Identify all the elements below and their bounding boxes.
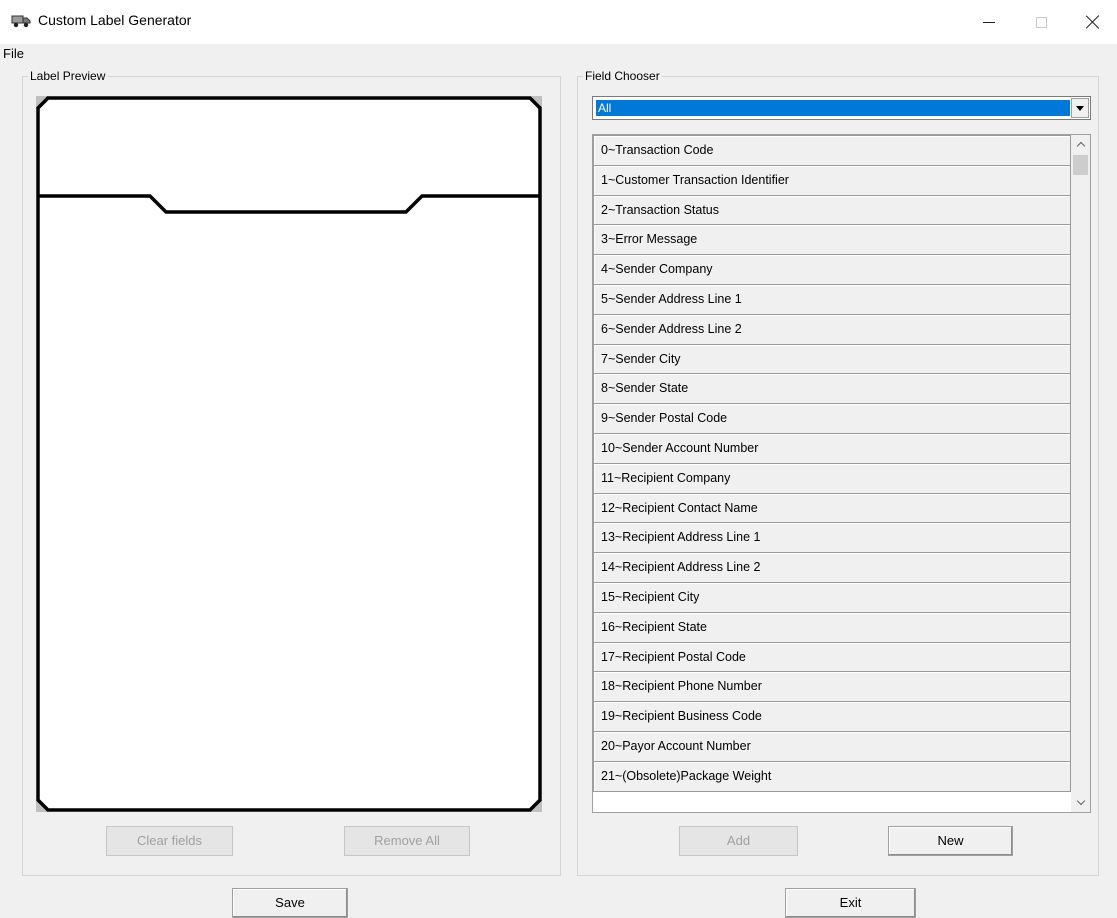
minimize-icon bbox=[983, 21, 995, 23]
scroll-up-button[interactable] bbox=[1071, 135, 1090, 153]
field-list-item[interactable]: 21~(Obsolete)Package Weight bbox=[593, 760, 1071, 792]
field-list-item[interactable]: 19~Recipient Business Code bbox=[593, 701, 1071, 732]
field-filter-value: All bbox=[596, 100, 1070, 116]
remove-all-button[interactable]: Remove All bbox=[344, 826, 470, 856]
field-list-item[interactable]: 9~Sender Postal Code bbox=[593, 403, 1071, 434]
label-outline bbox=[36, 96, 542, 812]
field-list-item[interactable]: 18~Recipient Phone Number bbox=[593, 671, 1071, 703]
minimize-button[interactable] bbox=[966, 0, 1012, 44]
new-field-button[interactable]: New bbox=[888, 826, 1013, 856]
truck-icon bbox=[11, 13, 31, 29]
field-list-item[interactable]: 14~Recipient Address Line 2 bbox=[593, 552, 1071, 583]
field-filter-dropdown[interactable]: All bbox=[592, 96, 1091, 120]
save-button[interactable]: Save bbox=[232, 888, 348, 918]
field-list-item[interactable]: 5~Sender Address Line 1 bbox=[593, 283, 1071, 315]
field-list-rows: 0~Transaction Code 1~Customer Transaction… bbox=[593, 135, 1071, 792]
window-title: Custom Label Generator bbox=[38, 12, 192, 28]
field-chooser-legend: Field Chooser bbox=[585, 69, 660, 83]
field-list-item[interactable]: 8~Sender State bbox=[593, 373, 1071, 405]
field-list[interactable]: 0~Transaction Code 1~Customer Transaction… bbox=[592, 134, 1091, 813]
field-list-item[interactable]: 0~Transaction Code bbox=[593, 135, 1071, 166]
field-list-item[interactable]: 17~Recipient Postal Code bbox=[593, 641, 1071, 673]
menu-file[interactable]: File bbox=[2, 46, 25, 61]
maximize-button[interactable] bbox=[1018, 0, 1064, 44]
field-list-item[interactable]: 7~Sender City bbox=[593, 343, 1071, 375]
add-field-button[interactable]: Add bbox=[679, 826, 798, 856]
field-list-item[interactable]: 13~Recipient Address Line 1 bbox=[593, 522, 1071, 554]
scroll-down-button[interactable] bbox=[1071, 794, 1090, 812]
maximize-icon bbox=[1035, 16, 1047, 28]
app-window: Custom Label Generator File Label Previe… bbox=[0, 0, 1117, 918]
field-list-item[interactable]: 20~Payor Account Number bbox=[593, 730, 1071, 762]
title-bar: Custom Label Generator bbox=[0, 0, 1117, 44]
close-icon bbox=[1086, 15, 1100, 29]
dropdown-arrow-button[interactable] bbox=[1071, 98, 1089, 118]
label-preview-legend: Label Preview bbox=[30, 69, 106, 83]
field-list-item[interactable]: 1~Customer Transaction Identifier bbox=[593, 164, 1071, 196]
close-button[interactable] bbox=[1070, 0, 1116, 44]
menu-bar: File bbox=[0, 44, 1117, 66]
exit-button[interactable]: Exit bbox=[785, 888, 916, 918]
label-preview-canvas[interactable] bbox=[36, 96, 542, 812]
field-list-item[interactable]: 11~Recipient Company bbox=[593, 462, 1071, 494]
chevron-down-icon bbox=[1076, 105, 1084, 111]
field-list-scrollbar[interactable] bbox=[1071, 135, 1090, 812]
field-list-item[interactable]: 10~Sender Account Number bbox=[593, 432, 1071, 464]
field-list-item[interactable]: 6~Sender Address Line 2 bbox=[593, 313, 1071, 345]
chevron-up-icon bbox=[1076, 141, 1085, 151]
field-list-item[interactable]: 12~Recipient Contact Name bbox=[593, 492, 1071, 524]
field-list-item[interactable]: 15~Recipient City bbox=[593, 581, 1071, 613]
field-list-item[interactable]: 4~Sender Company bbox=[593, 254, 1071, 285]
field-list-item[interactable]: 2~Transaction Status bbox=[593, 194, 1071, 226]
chevron-down-icon bbox=[1076, 796, 1085, 806]
clear-fields-button[interactable]: Clear fields bbox=[106, 826, 233, 856]
scrollbar-thumb[interactable] bbox=[1073, 155, 1088, 175]
field-list-item[interactable]: 16~Recipient State bbox=[593, 611, 1071, 643]
field-list-item[interactable]: 3~Error Message bbox=[593, 224, 1071, 256]
